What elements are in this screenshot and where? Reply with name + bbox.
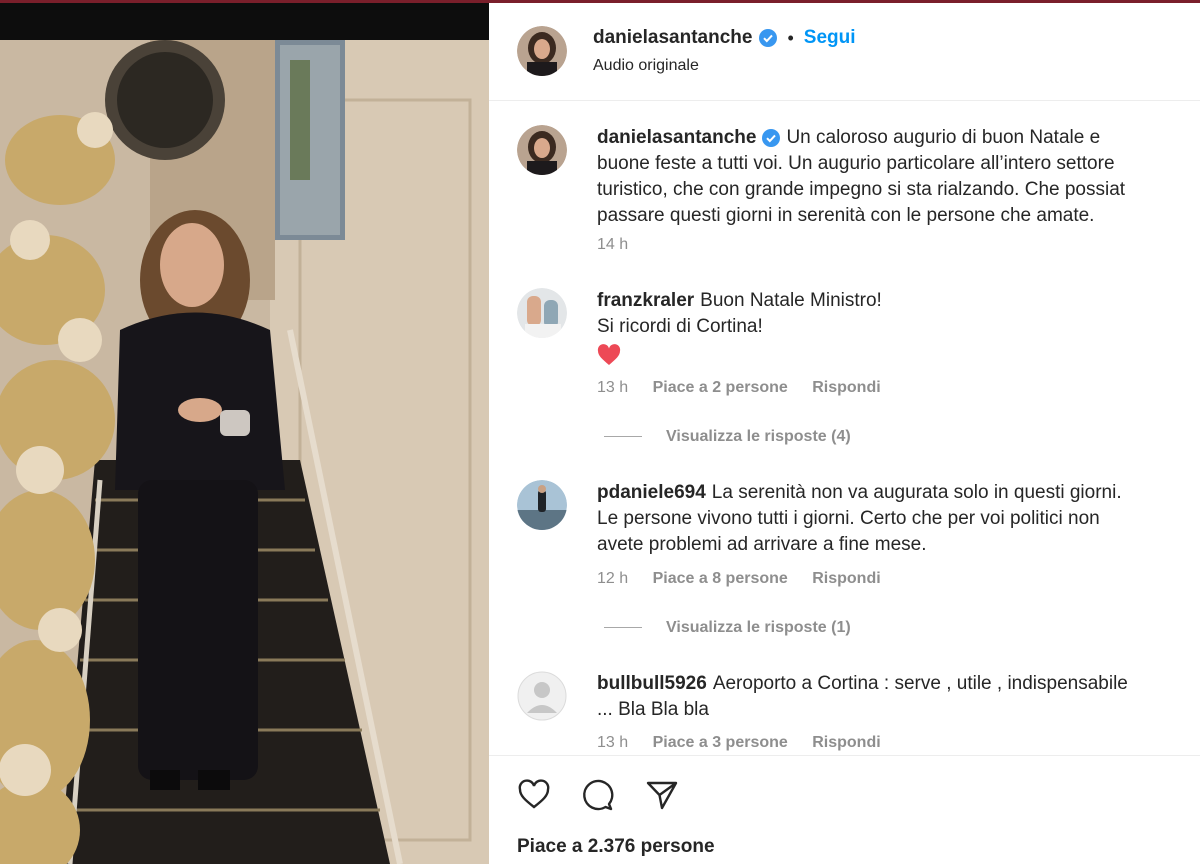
heart-icon[interactable] [517,778,551,812]
post-video[interactable] [0,0,489,864]
verified-badge-icon [759,29,778,47]
reply-button[interactable]: Rispondi [812,570,880,587]
timestamp[interactable]: 13 h [597,379,628,396]
comment-line: avete problemi ad arrivare a fine mese. [597,534,927,555]
caption-line: buone feste a tutti voi. Un augurio part… [597,153,1115,174]
post-side-panel: danielasantanche • Segui Audio originale… [489,0,1200,864]
comment-line: ... Bla Bla bla [597,699,709,720]
username-link[interactable]: bullbull5926 [597,673,707,694]
timestamp[interactable]: 14 h [597,236,628,253]
caption-meta: 14 h [597,236,648,254]
view-replies-label: Visualizza le risposte (1) [666,619,851,636]
view-replies-button[interactable]: Visualizza le risposte (1) [604,619,851,637]
username-link[interactable]: pdaniele694 [597,482,706,503]
likes-count[interactable]: Piace a 2 persone [653,379,788,396]
replies-divider [604,436,642,438]
comment-meta: 12 h Piace a 8 persone Rispondi [597,570,901,588]
username-link[interactable]: danielasantanche [593,27,752,49]
username-link[interactable]: franzkraler [597,290,694,311]
avatar[interactable] [517,671,567,721]
follow-button[interactable]: Segui [804,27,856,49]
username-link[interactable]: danielasantanche [597,127,756,148]
video-top-bar [0,0,489,40]
view-replies-label: Visualizza le risposte (4) [666,428,851,445]
caption-line: turistico, che con grande impegno si sta… [597,179,1126,200]
verified-badge-icon [762,128,781,147]
likes-count[interactable]: Piace a 8 persone [653,570,788,587]
comment-text: pdaniele694 La serenità non va augurata s… [597,480,1200,558]
caption-line: Un caloroso augurio di buon Natale e [786,127,1101,148]
view-replies-button[interactable]: Visualizza le risposte (4) [604,428,851,446]
likes-count[interactable]: Piace a 3 persone [653,734,788,751]
comment-icon[interactable] [581,778,615,812]
comment-text: franzkraler Buon Natale Ministro! Si rico… [597,288,1200,374]
comment-line: La serenità non va augurata solo in ques… [711,482,1122,503]
separator-dot: • [787,27,794,48]
comment-line: Si ricordi di Cortina! [597,316,763,337]
action-icons [517,778,679,812]
timestamp[interactable]: 13 h [597,734,628,751]
comment-line: Le persone vivono tutti i giorni. Certo … [597,508,1100,529]
post-actions: Piace a 2.376 persone [489,755,1200,868]
comment-meta: 13 h Piace a 2 persone Rispondi [597,379,901,397]
replies-divider [604,627,642,629]
comment-line: Aeroporto a Cortina : serve , utile , in… [712,673,1128,694]
paper-plane-icon[interactable] [645,778,679,812]
avatar[interactable] [517,125,567,175]
comment-line: Buon Natale Ministro! [700,290,882,311]
avatar[interactable] [517,480,567,530]
comment-meta: 13 h Piace a 3 persone Rispondi [597,734,901,752]
avatar[interactable] [517,26,567,76]
timestamp[interactable]: 12 h [597,570,628,587]
caption-text: danielasantanche Un caloroso augurio di b… [597,125,1200,229]
avatar[interactable] [517,288,567,338]
post-header: danielasantanche • Segui Audio originale [489,3,1200,101]
post-likes-count[interactable]: Piace a 2.376 persone [517,836,715,858]
header-line: danielasantanche • Segui [593,27,856,49]
reply-button[interactable]: Rispondi [812,379,880,396]
caption-line: passare questi giorni in serenità con le… [597,205,1095,226]
audio-label[interactable]: Audio originale [593,57,699,75]
video-frame [0,40,489,864]
frame-border [0,0,489,3]
reply-button[interactable]: Rispondi [812,734,880,751]
heart-emoji-icon [597,340,621,374]
comment-text: bullbull5926 Aeroporto a Cortina : serve … [597,671,1200,723]
